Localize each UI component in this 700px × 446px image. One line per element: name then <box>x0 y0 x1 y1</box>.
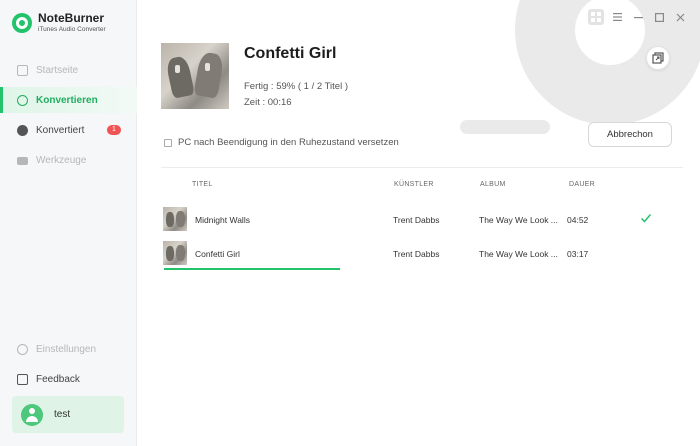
sidebar-item-einstellungen[interactable]: Einstellungen <box>0 336 137 362</box>
convert-icon <box>17 94 28 106</box>
track-thumbnail <box>163 241 187 265</box>
sidebar-bottom-nav: Einstellungen Feedback <box>0 336 137 396</box>
sidebar-item-label: Startseite <box>36 64 79 76</box>
user-name: test <box>54 409 71 420</box>
sidebar-nav: Startseite Konvertieren Konvertiert 1 We… <box>0 57 137 177</box>
current-track-title: Confetti Girl <box>244 45 337 62</box>
maximize-icon[interactable] <box>651 9 667 25</box>
brand: NoteBurner iTunes Audio Converter <box>12 12 106 34</box>
user-account-card[interactable]: test <box>12 396 124 433</box>
track-duration: 03:17 <box>567 249 589 259</box>
window-controls <box>583 9 688 25</box>
sidebar-item-feedback[interactable]: Feedback <box>0 366 137 392</box>
track-duration: 04:52 <box>567 215 589 225</box>
sleep-checkbox[interactable] <box>164 138 172 147</box>
sidebar-item-label: Konvertiert <box>36 124 85 136</box>
sidebar-item-label: Feedback <box>36 373 80 385</box>
table-row[interactable]: Confetti Girl Trent Dabbs The Way We Loo… <box>161 238 683 270</box>
apps-grid-icon[interactable] <box>588 9 604 25</box>
mail-icon <box>17 373 28 385</box>
toolbox-icon <box>17 157 28 165</box>
track-album: The Way We Look ... <box>479 249 558 259</box>
avatar <box>21 403 43 426</box>
brand-name: NoteBurner <box>38 11 105 25</box>
track-thumbnail <box>163 207 187 231</box>
sleep-after-conversion-option[interactable]: PC nach Beendigung in den Ruhezustand ve… <box>164 137 399 148</box>
track-artist: Trent Dabbs <box>393 249 440 259</box>
home-icon <box>17 64 28 76</box>
column-header-artist: KÜNSTLER <box>394 181 434 188</box>
track-title: Confetti Girl <box>195 249 240 259</box>
app-window: NoteBurner iTunes Audio Converter Starts… <box>0 0 700 446</box>
minimize-icon[interactable] <box>630 9 646 25</box>
sidebar-item-konvertiert[interactable]: Konvertiert 1 <box>0 117 137 143</box>
clock-icon <box>17 124 28 136</box>
column-header-album: ALBUM <box>480 181 506 188</box>
sidebar-item-konvertieren[interactable]: Konvertieren <box>0 87 137 113</box>
checkmark-icon <box>640 214 652 223</box>
sidebar-item-startseite[interactable]: Startseite <box>0 57 137 83</box>
track-artist: Trent Dabbs <box>393 215 440 225</box>
column-header-duration: DAUER <box>569 181 596 188</box>
sleep-option-label: PC nach Beendigung in den Ruhezustand ve… <box>178 137 399 148</box>
menu-icon[interactable] <box>609 9 625 25</box>
open-output-folder-button[interactable] <box>646 46 670 70</box>
sidebar-item-label: Einstellungen <box>36 343 97 355</box>
conversion-time-text: Zeit : 00:16 <box>244 97 292 108</box>
track-album: The Way We Look ... <box>479 215 558 225</box>
sidebar-item-label: Konvertieren <box>36 94 98 106</box>
settings-icon <box>17 343 28 355</box>
table-row[interactable]: Midnight Walls Trent Dabbs The Way We Lo… <box>161 204 683 234</box>
noteburner-logo <box>12 13 32 33</box>
close-icon[interactable] <box>672 9 688 25</box>
cancel-button[interactable]: Abbrechon <box>588 122 672 147</box>
main-panel: Confetti Girl Fertig : 59% ( 1 / 2 Titel… <box>137 0 700 446</box>
background-vinyl-art <box>460 0 700 134</box>
divider <box>161 167 683 168</box>
export-icon <box>652 52 664 64</box>
conversion-progress-text: Fertig : 59% ( 1 / 2 Titel ) <box>244 81 349 92</box>
column-header-title: TITEL <box>192 181 213 188</box>
album-cover <box>161 43 229 109</box>
sidebar-item-label: Werkzeuge <box>36 154 87 166</box>
track-title: Midnight Walls <box>195 215 250 225</box>
sidebar-item-werkzeuge[interactable]: Werkzeuge <box>0 147 137 173</box>
brand-subtitle: iTunes Audio Converter <box>38 26 106 33</box>
track-progress-bar <box>164 268 340 270</box>
converted-count-badge: 1 <box>107 125 121 135</box>
sidebar: NoteBurner iTunes Audio Converter Starts… <box>0 0 137 446</box>
